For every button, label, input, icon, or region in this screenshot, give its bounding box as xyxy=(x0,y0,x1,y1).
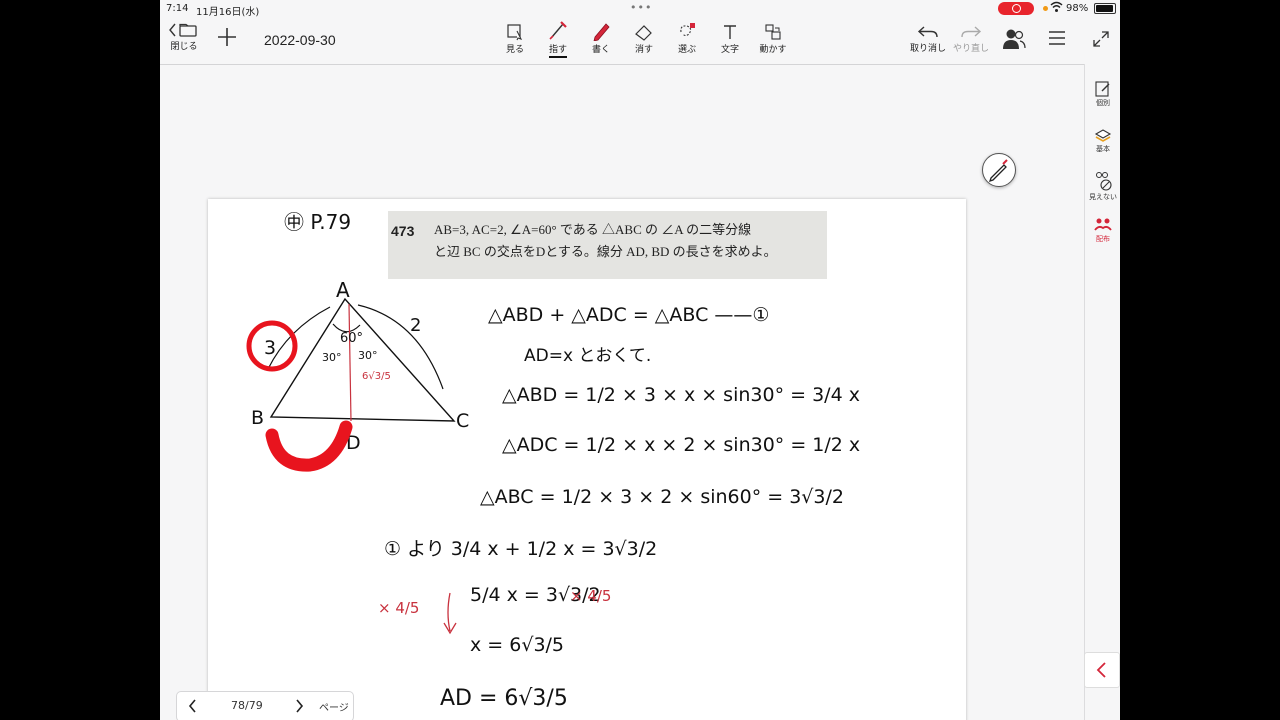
tool-view-button[interactable]: 見る xyxy=(500,23,530,55)
floating-pen-button[interactable] xyxy=(982,153,1016,187)
tool-write-button[interactable]: 書く xyxy=(586,20,616,55)
tool-erase-label: 消す xyxy=(634,45,653,55)
chevron-right-icon xyxy=(296,699,304,713)
handwriting-layer: ㊥ P.79 A B C D 2 60° 30° 30° 6√3/5 3 △AB… xyxy=(246,210,860,711)
sidebar-hidden-label: 見えない xyxy=(1089,193,1117,201)
users-button[interactable] xyxy=(1002,28,1026,51)
label-angle-30-right: 30° xyxy=(358,349,378,362)
equation-6: ① より 3/4 x + 1/2 x = 3√3/2 xyxy=(384,538,657,560)
label-a: A xyxy=(336,278,350,302)
chevron-left-icon xyxy=(188,699,196,713)
redo-label: やり直し xyxy=(952,44,989,54)
toolbar: 閉じる 2022-09-30 見る 指す 書く 消す 選ぶ 文字 動かす 取り消… xyxy=(160,18,1120,65)
equation-1: △ABD + △ADC = △ABC ——① xyxy=(488,304,769,326)
battery-icon xyxy=(1094,3,1116,14)
sidebar-individual-button[interactable]: 個別 xyxy=(1085,80,1120,108)
laser-pointer-icon xyxy=(549,21,567,40)
status-bar: 7:14 11月16日(水) ••• 98% xyxy=(160,0,1120,18)
highlight-stroke xyxy=(265,420,353,472)
add-page-button[interactable] xyxy=(216,26,238,48)
equation-5: △ABC = 1/2 × 3 × 2 × sin60° = 3√3/2 xyxy=(480,486,844,508)
undo-icon xyxy=(917,26,938,38)
sidebar-individual-label: 個別 xyxy=(1096,99,1110,107)
sidebar-basic-button[interactable]: 基本 xyxy=(1085,126,1120,154)
page-navigator: 78/79 ページ xyxy=(176,691,354,720)
tool-move-button[interactable]: 動かす xyxy=(756,23,790,55)
bisector-ad xyxy=(348,303,352,422)
sidebar-basic-label: 基本 xyxy=(1096,145,1110,153)
tool-view-label: 見る xyxy=(505,45,524,55)
mult-note-right: × 4/5 xyxy=(570,587,611,605)
mult-note-left: × 4/5 xyxy=(378,599,419,617)
app-window: 7:14 11月16日(水) ••• 98% 閉じる 2022-09-30 見る… xyxy=(160,0,1120,720)
close-button[interactable]: 閉じる xyxy=(168,22,200,52)
redo-button[interactable]: やり直し xyxy=(950,24,992,54)
label-ab-length: 3 xyxy=(264,337,276,359)
close-label: 閉じる xyxy=(170,42,198,52)
battery-percent: 98% xyxy=(1066,3,1089,14)
fullscreen-button[interactable] xyxy=(1090,30,1112,49)
distribute-icon xyxy=(1094,218,1112,231)
pen-icon xyxy=(988,159,1008,183)
expand-arrows-icon xyxy=(1093,31,1109,47)
equation-9: AD = 6√3/5 xyxy=(440,686,568,711)
view-hand-icon xyxy=(507,24,523,41)
label-c: C xyxy=(456,410,469,432)
page-counter: 78/79 xyxy=(231,699,263,712)
lasso-icon xyxy=(680,23,695,37)
notebook-page[interactable]: 473 AB=3, AC=2, ∠A=60° である △ABC の ∠A の二等… xyxy=(208,199,966,720)
equation-2: AD=x とおくて. xyxy=(524,346,651,366)
sidebar-distribute-button[interactable]: 配布 xyxy=(1085,216,1120,244)
redo-icon xyxy=(961,26,982,38)
folder-back-icon xyxy=(169,23,197,37)
note-pencil-icon xyxy=(1095,81,1110,97)
plus-icon xyxy=(218,28,236,46)
tool-select-label: 選ぶ xyxy=(677,45,696,55)
tool-point-label: 指す xyxy=(548,45,567,58)
page-label: ページ xyxy=(319,703,349,714)
tool-move-label: 動かす xyxy=(759,45,787,55)
screen-record-icon xyxy=(998,2,1034,15)
undo-label: 取り消し xyxy=(909,44,946,54)
pen-icon xyxy=(593,23,610,41)
hamburger-menu-icon xyxy=(1049,31,1065,45)
menu-button[interactable] xyxy=(1046,30,1068,47)
right-sidebar: 個別 基本 見えない 配布 xyxy=(1084,64,1120,720)
label-ac-length: 2 xyxy=(410,315,421,336)
tool-text-button[interactable]: 文字 xyxy=(715,23,745,55)
hidden-users-icon xyxy=(1096,172,1112,191)
tool-select-button[interactable]: 選ぶ xyxy=(672,22,702,55)
undo-button[interactable]: 取り消し xyxy=(908,24,948,54)
tool-point-button[interactable]: 指す xyxy=(543,20,573,58)
status-time: 7:14 xyxy=(166,3,189,14)
equation-4: △ADC = 1/2 × x × 2 × sin30° = 1/2 x xyxy=(502,434,860,456)
ref-note: ㊥ P.79 xyxy=(284,210,351,234)
tool-write-label: 書く xyxy=(591,45,610,55)
next-page-button[interactable] xyxy=(293,698,305,717)
wifi-icon xyxy=(1050,1,1063,16)
text-t-icon xyxy=(724,25,736,39)
move-boxes-icon xyxy=(765,24,781,40)
status-date: 11月16日(水) xyxy=(196,7,260,18)
mic-indicator-icon xyxy=(1043,6,1048,11)
label-b: B xyxy=(251,407,264,429)
chevron-left-icon xyxy=(1096,662,1106,678)
multitask-dots-icon[interactable]: ••• xyxy=(630,1,652,14)
layers-icon xyxy=(1094,129,1112,142)
equation-3: △ABD = 1/2 × 3 × x × sin30° = 3/4 x xyxy=(502,384,860,406)
collapse-sidebar-button[interactable] xyxy=(1084,652,1120,688)
equation-8: x = 6√3/5 xyxy=(470,634,564,656)
tool-text-label: 文字 xyxy=(720,45,739,55)
label-angle-30-left: 30° xyxy=(322,351,342,364)
label-angle-60: 60° xyxy=(340,331,363,346)
tool-erase-button[interactable]: 消す xyxy=(629,23,659,55)
down-arrow xyxy=(443,592,457,635)
sidebar-hidden-button[interactable]: 見えない xyxy=(1085,170,1120,202)
label-ad-value: 6√3/5 xyxy=(362,371,391,382)
eraser-icon xyxy=(635,25,652,41)
sidebar-distribute-label: 配布 xyxy=(1096,235,1110,243)
prev-page-button[interactable] xyxy=(187,698,199,717)
users-icon xyxy=(1003,29,1026,49)
document-title[interactable]: 2022-09-30 xyxy=(264,32,336,48)
